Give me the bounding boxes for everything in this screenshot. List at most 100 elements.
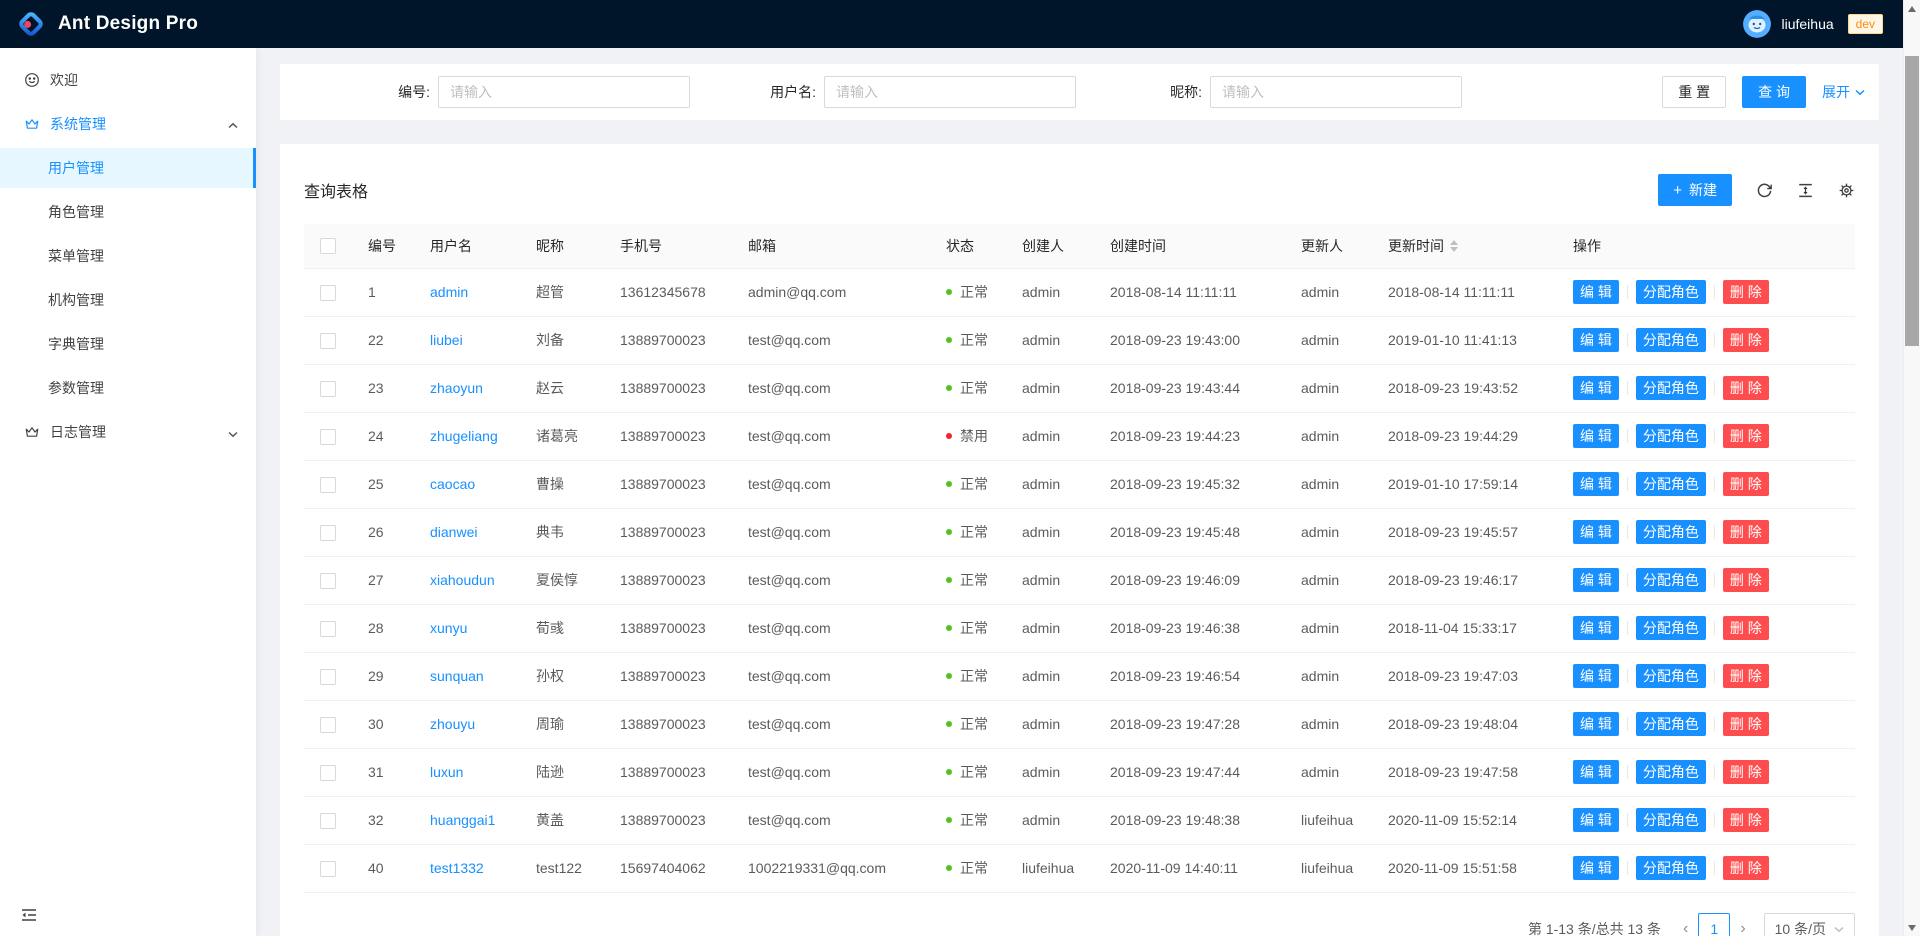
edit-button[interactable]: 编 辑	[1573, 328, 1619, 352]
username-link[interactable]: zhouyu	[430, 716, 475, 732]
username-link[interactable]: xiahoudun	[430, 572, 495, 588]
edit-button[interactable]: 编 辑	[1573, 808, 1619, 832]
select-all-checkbox[interactable]	[320, 238, 336, 254]
sidebar-item-system-mgmt[interactable]: 系统管理	[0, 104, 256, 144]
delete-button[interactable]: 删 除	[1723, 328, 1769, 352]
edit-button[interactable]: 编 辑	[1573, 472, 1619, 496]
delete-button[interactable]: 删 除	[1723, 280, 1769, 304]
username-link[interactable]: admin	[430, 284, 468, 300]
edit-button[interactable]: 编 辑	[1573, 664, 1619, 688]
sidebar-item-org-mgmt[interactable]: 机构管理	[0, 280, 256, 320]
pagination-prev-icon[interactable]: ‹	[1677, 920, 1694, 936]
username-link[interactable]: zhugeliang	[430, 428, 498, 444]
scrollbar-down-icon[interactable]	[1904, 919, 1920, 936]
new-button[interactable]: + 新建	[1658, 174, 1732, 206]
username-link[interactable]: zhaoyun	[430, 380, 483, 396]
username-link[interactable]: dianwei	[430, 524, 477, 540]
row-checkbox[interactable]	[320, 813, 336, 829]
nickname-input[interactable]	[1210, 76, 1462, 108]
edit-button[interactable]: 编 辑	[1573, 760, 1619, 784]
edit-button[interactable]: 编 辑	[1573, 712, 1619, 736]
assign-role-button[interactable]: 分配角色	[1636, 856, 1706, 880]
window-scrollbar[interactable]	[1903, 0, 1920, 936]
row-checkbox[interactable]	[320, 285, 336, 301]
pagination-next-icon[interactable]: ›	[1734, 920, 1751, 936]
row-checkbox[interactable]	[320, 765, 336, 781]
row-checkbox[interactable]	[320, 717, 336, 733]
edit-button[interactable]: 编 辑	[1573, 616, 1619, 640]
sidebar-item-log-mgmt[interactable]: 日志管理	[0, 412, 256, 452]
delete-button[interactable]: 删 除	[1723, 424, 1769, 448]
edit-button[interactable]: 编 辑	[1573, 424, 1619, 448]
sidebar-item-role-mgmt[interactable]: 角色管理	[0, 192, 256, 232]
edit-button[interactable]: 编 辑	[1573, 856, 1619, 880]
sidebar-item-welcome[interactable]: 欢迎	[0, 60, 256, 100]
sidebar-item-dict-mgmt[interactable]: 字典管理	[0, 324, 256, 364]
row-checkbox[interactable]	[320, 573, 336, 589]
scrollbar-up-icon[interactable]	[1904, 0, 1920, 17]
username-input[interactable]	[824, 76, 1076, 108]
delete-button[interactable]: 删 除	[1723, 568, 1769, 592]
delete-button[interactable]: 删 除	[1723, 664, 1769, 688]
row-checkbox[interactable]	[320, 429, 336, 445]
reload-icon[interactable]	[1756, 182, 1773, 199]
username-link[interactable]: xunyu	[430, 620, 467, 636]
row-checkbox[interactable]	[320, 861, 336, 877]
edit-button[interactable]: 编 辑	[1573, 568, 1619, 592]
assign-role-button[interactable]: 分配角色	[1636, 664, 1706, 688]
assign-role-button[interactable]: 分配角色	[1636, 568, 1706, 592]
sidebar-item-param-mgmt[interactable]: 参数管理	[0, 368, 256, 408]
assign-role-button[interactable]: 分配角色	[1636, 280, 1706, 304]
username-link[interactable]: test1332	[430, 860, 484, 876]
users-table: 编号 用户名 昵称 手机号 邮箱 状态 创建人 创建时间 更新人 更新时间	[304, 224, 1855, 893]
row-checkbox[interactable]	[320, 333, 336, 349]
assign-role-button[interactable]: 分配角色	[1636, 520, 1706, 544]
id-input[interactable]	[438, 76, 690, 108]
delete-button[interactable]: 删 除	[1723, 856, 1769, 880]
delete-button[interactable]: 删 除	[1723, 376, 1769, 400]
scrollbar-thumb[interactable]	[1905, 56, 1919, 346]
assign-role-button[interactable]: 分配角色	[1636, 424, 1706, 448]
page-size-select[interactable]: 10 条/页	[1764, 913, 1855, 936]
assign-role-button[interactable]: 分配角色	[1636, 472, 1706, 496]
density-icon[interactable]	[1797, 182, 1814, 199]
query-button[interactable]: 查 询	[1742, 76, 1806, 108]
username-link[interactable]: huanggai1	[430, 812, 495, 828]
assign-role-button[interactable]: 分配角色	[1636, 616, 1706, 640]
delete-button[interactable]: 删 除	[1723, 472, 1769, 496]
username-link[interactable]: caocao	[430, 476, 475, 492]
settings-gear-icon[interactable]	[1838, 182, 1855, 199]
assign-role-button[interactable]: 分配角色	[1636, 328, 1706, 352]
reset-button[interactable]: 重 置	[1662, 76, 1726, 108]
logo-area[interactable]: Ant Design Pro	[16, 9, 198, 39]
username-link[interactable]: liubei	[430, 332, 463, 348]
row-checkbox[interactable]	[320, 477, 336, 493]
menu-fold-icon[interactable]	[20, 906, 38, 924]
delete-button[interactable]: 删 除	[1723, 760, 1769, 784]
delete-button[interactable]: 删 除	[1723, 616, 1769, 640]
sorter-icon[interactable]	[1450, 240, 1458, 252]
edit-button[interactable]: 编 辑	[1573, 376, 1619, 400]
assign-role-button[interactable]: 分配角色	[1636, 712, 1706, 736]
assign-role-button[interactable]: 分配角色	[1636, 760, 1706, 784]
delete-button[interactable]: 删 除	[1723, 712, 1769, 736]
edit-button[interactable]: 编 辑	[1573, 520, 1619, 544]
username-label[interactable]: liufeihua	[1781, 16, 1833, 32]
pagination-page-button[interactable]: 1	[1698, 913, 1730, 936]
row-checkbox[interactable]	[320, 525, 336, 541]
delete-button[interactable]: 删 除	[1723, 520, 1769, 544]
row-checkbox[interactable]	[320, 621, 336, 637]
edit-button[interactable]: 编 辑	[1573, 280, 1619, 304]
delete-button[interactable]: 删 除	[1723, 808, 1769, 832]
expand-link[interactable]: 展开	[1822, 82, 1865, 102]
row-checkbox[interactable]	[320, 381, 336, 397]
sidebar-item-menu-mgmt[interactable]: 菜单管理	[0, 236, 256, 276]
avatar[interactable]	[1743, 10, 1771, 38]
sidebar-item-user-mgmt[interactable]: 用户管理	[0, 148, 256, 188]
assign-role-button[interactable]: 分配角色	[1636, 808, 1706, 832]
username-link[interactable]: luxun	[430, 764, 463, 780]
username-link[interactable]: sunquan	[430, 668, 484, 684]
column-header-updated[interactable]: 更新时间	[1372, 224, 1557, 268]
row-checkbox[interactable]	[320, 669, 336, 685]
assign-role-button[interactable]: 分配角色	[1636, 376, 1706, 400]
